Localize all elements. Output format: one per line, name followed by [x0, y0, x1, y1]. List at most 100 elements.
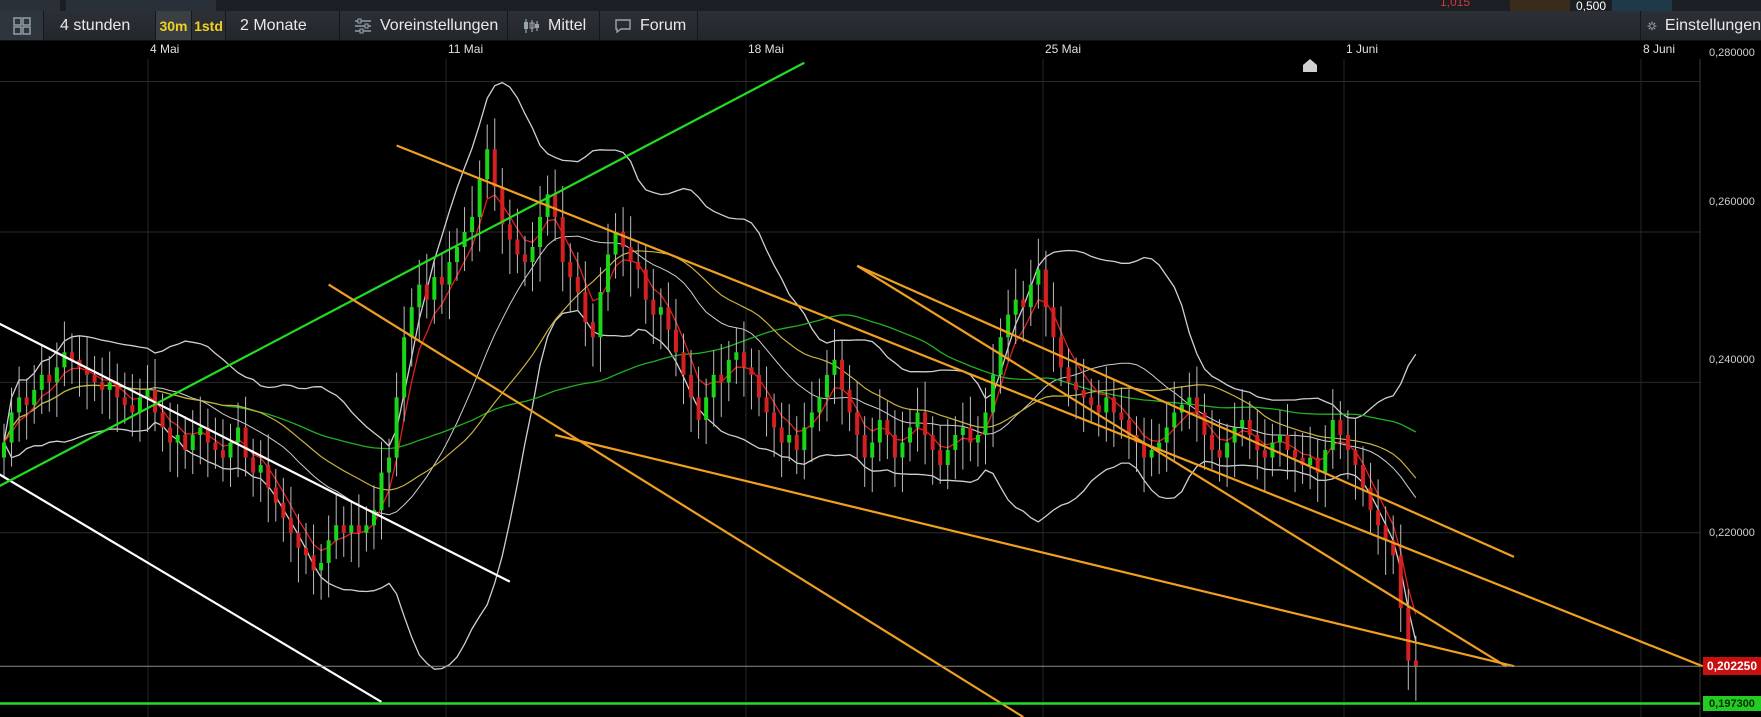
interval-1std-button[interactable]: 1std [192, 11, 226, 40]
candle-body [772, 412, 777, 428]
candle-body [673, 329, 678, 353]
candle-body [122, 397, 127, 405]
candle-body [1164, 427, 1169, 443]
interval-30m-button[interactable]: 30m [156, 11, 192, 40]
candle-body [915, 412, 920, 428]
indicator-button[interactable]: Mittel [508, 11, 600, 40]
candle-body [923, 412, 928, 435]
candle-body [213, 442, 218, 451]
candle-body [470, 216, 475, 232]
candle [1368, 462, 1373, 535]
candle [137, 378, 142, 442]
window-tab[interactable] [66, 0, 216, 11]
candle-body [1383, 525, 1388, 541]
forum-button[interactable]: Forum [600, 11, 698, 40]
price-label: 0,220000 [1709, 527, 1755, 539]
candle-body [1051, 307, 1056, 338]
candle [62, 321, 67, 387]
candle [1036, 238, 1041, 309]
candle [371, 485, 376, 550]
candle [341, 506, 346, 557]
candle [1028, 259, 1033, 326]
presets-label: Voreinstellungen [380, 16, 499, 34]
candle [900, 411, 905, 493]
candle [734, 327, 739, 384]
candle-body [92, 374, 97, 383]
candle [1096, 380, 1101, 437]
candle-body [1330, 419, 1335, 451]
window-tab[interactable] [0, 0, 60, 11]
candle-body [387, 457, 392, 473]
candle-body [1028, 284, 1033, 308]
candle-body [341, 525, 346, 533]
candle-body [636, 262, 641, 270]
layout-grid-button[interactable] [0, 11, 44, 40]
candle [462, 207, 467, 272]
candle [772, 393, 777, 457]
candle [522, 235, 527, 287]
candle [349, 500, 354, 563]
candle [168, 402, 173, 472]
candle-body [1262, 450, 1267, 458]
candle-body [402, 337, 407, 398]
candle-body [1043, 269, 1048, 308]
candle-body [168, 427, 173, 443]
price-chart[interactable] [0, 59, 1761, 717]
candle [1126, 389, 1131, 460]
candle-body [522, 254, 527, 263]
candle [1074, 357, 1079, 420]
candle-body [719, 374, 724, 383]
candle [1059, 306, 1063, 387]
candle [960, 402, 965, 470]
candle-body [1376, 510, 1381, 526]
candle [621, 207, 626, 277]
candle-body [145, 389, 150, 398]
candle-body [538, 216, 543, 247]
candle [85, 336, 90, 410]
candle [530, 222, 535, 292]
candle-body [1338, 419, 1343, 435]
candle-body [1345, 435, 1350, 451]
candle-body [364, 525, 369, 533]
candle-body [1277, 435, 1282, 443]
candle [938, 425, 943, 484]
candle [1277, 410, 1282, 467]
candle-body [409, 307, 414, 338]
candle-body [666, 307, 671, 330]
candle-body [726, 359, 731, 383]
candle-body [243, 427, 248, 458]
candle-body [62, 352, 67, 368]
price-label: 0,260000 [1709, 196, 1755, 208]
candle [923, 381, 928, 465]
date-label: 1 Juni [1346, 42, 1379, 56]
candle [991, 344, 996, 448]
candle-body [1172, 412, 1177, 428]
candle-body [356, 525, 361, 533]
candle [477, 160, 482, 252]
candle [296, 513, 301, 583]
candle-body [1194, 397, 1199, 413]
candle [447, 231, 452, 320]
candle-body [892, 435, 897, 458]
candle-body [741, 352, 746, 368]
candle [115, 363, 120, 432]
sliders-icon [355, 18, 371, 33]
candle-body [1081, 389, 1086, 398]
candle-body [296, 532, 301, 548]
candle [598, 267, 603, 372]
candle-body [802, 427, 807, 451]
candlestick-icon [524, 18, 539, 33]
orange-channel-line [856, 264, 1508, 668]
grid-icon [12, 16, 31, 35]
presets-button[interactable]: Voreinstellungen [340, 11, 508, 40]
settings-button[interactable]: Einstellungen [1640, 11, 1761, 40]
candle-body [787, 435, 792, 443]
candle-body [945, 450, 950, 466]
candle [1391, 515, 1396, 575]
candle-body [764, 397, 769, 413]
candle-body [651, 299, 656, 315]
range-selector[interactable]: 2 Monate [226, 11, 340, 40]
period-selector[interactable]: 4 stunden [44, 11, 156, 40]
candle-body [432, 277, 437, 300]
candle-body [477, 179, 482, 217]
